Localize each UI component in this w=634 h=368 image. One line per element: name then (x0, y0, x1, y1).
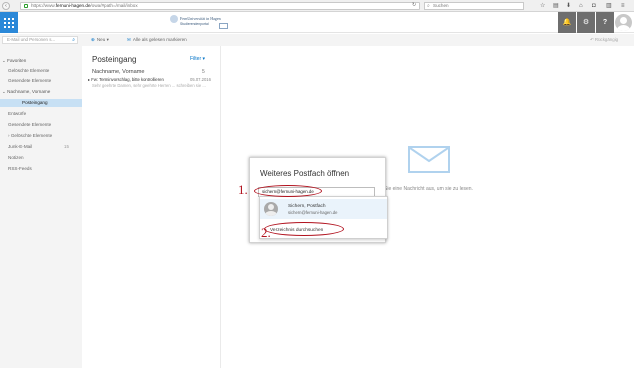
university-logo: FernUniversität in Hagen Studierendenpor… (170, 15, 230, 30)
favorite-deleted-items[interactable]: Gelöschte Elemente (8, 68, 49, 73)
contact-avatar-icon (264, 202, 278, 216)
menu-icon[interactable]: ≡ (621, 2, 625, 10)
account-section[interactable]: ⌄ Nachname, Vorname (2, 89, 50, 95)
logo-subtitle: Studierendenportal (180, 22, 209, 26)
envelope-open-icon: ✉ (127, 37, 131, 42)
message-preview: Sehr geehrte Damen, sehr geehrte Herren … (92, 83, 206, 88)
undo-button[interactable]: ↶ Rückgängig (590, 37, 618, 43)
folder-deleted-label: Gelöschte Elemente (10, 133, 53, 138)
bookmark-star-icon[interactable]: ☆ (540, 2, 545, 10)
notifications-bell-icon[interactable]: 🔔 (558, 12, 576, 33)
folder-deleted[interactable]: › Gelöschte Elemente (8, 133, 52, 138)
chevron-down-icon: ▾ (202, 56, 206, 62)
download-icon[interactable]: ⬇ (566, 2, 571, 10)
pane-divider (220, 46, 221, 368)
logo-title: FernUniversität in Hagen (180, 16, 221, 21)
favorite-sent-items[interactable]: Gesendete Elemente (8, 78, 51, 83)
conversation-count: 5 (202, 69, 205, 75)
step-2-highlight-ring (264, 222, 344, 236)
new-label: Neu (96, 37, 106, 42)
owa-header: FernUniversität in Hagen Studierendenpor… (0, 12, 634, 33)
favorites-section[interactable]: ⌄ Favoriten (2, 58, 26, 64)
folder-drafts[interactable]: Entwürfe (8, 111, 26, 116)
url-prefix: https://www. (31, 3, 56, 8)
undo-label: Rückgängig (594, 37, 619, 42)
browser-toolbar: ‹ https://www.fernuni-hagen.de/owa/#path… (0, 0, 634, 12)
address-bar[interactable]: https://www.fernuni-hagen.de/owa/#path=/… (20, 2, 420, 10)
message-subject-text: Fw: Terminvorschlag, bitte kontrollieren (91, 77, 164, 82)
empty-mail-envelope-icon (408, 146, 450, 173)
sidebar-icon[interactable]: ▥ (606, 2, 612, 10)
chevron-down-icon: ▾ (106, 37, 109, 42)
library-icon[interactable]: ▤ (553, 2, 559, 10)
message-sender[interactable]: Nachname, Vorname (92, 69, 145, 75)
folder-notes[interactable]: Notizen (8, 155, 24, 160)
step-1-highlight-ring (254, 185, 322, 197)
browser-search-input[interactable]: ⌕ Suchen (424, 2, 524, 10)
reading-pane-hint: Sie eine Nachricht aus, um sie zu lesen. (384, 186, 473, 192)
logo-seal-icon (170, 15, 178, 23)
junk-unread-count: 15 (64, 144, 69, 149)
back-button[interactable]: ‹ (2, 2, 10, 10)
url-host: fernuni-hagen.de (55, 3, 91, 8)
pocket-icon[interactable]: ◘ (592, 2, 596, 10)
mark-all-read-button[interactable]: ✉ Alle als gelesen markieren (127, 37, 187, 43)
suggestion-name: Sichern, Postfach (288, 204, 326, 209)
search-icon: ⌕ (72, 37, 75, 43)
folder-pane: ⌄ Favoriten Gelöschte Elemente Gesendete… (0, 46, 82, 368)
step-1-marker: 1. (238, 182, 248, 197)
app-launcher-icon[interactable] (0, 12, 18, 33)
logo-envelope-icon (219, 23, 228, 29)
mail-search-placeholder: E-Mail und Personen s... (7, 37, 56, 42)
folder-inbox[interactable]: Posteingang (0, 99, 82, 107)
command-bar: E-Mail und Personen s... ⌕ ⊕ Neu ▾ ✉ Alle … (0, 34, 634, 46)
filter-label: Filter (190, 56, 202, 62)
message-date: 05.07.2016 (190, 77, 211, 82)
mark-all-read-label: Alle als gelesen markieren (132, 37, 187, 42)
account-label: Nachname, Vorname (7, 89, 51, 94)
browser-search-placeholder: Suchen (433, 3, 449, 8)
url-path: /owa/#path=/mail/inbox (90, 3, 138, 8)
home-icon[interactable]: ⌂ (579, 2, 583, 10)
undo-icon: ↶ (590, 37, 594, 42)
filter-button[interactable]: Filter ▾ (190, 56, 205, 62)
message-list-title: Posteingang (92, 55, 137, 64)
folder-sent[interactable]: Gesendete Elemente (8, 122, 51, 127)
new-button[interactable]: ⊕ Neu ▾ (91, 37, 109, 43)
folder-junk[interactable]: Junk-E-Mail (8, 144, 32, 149)
plus-icon: ⊕ (91, 37, 95, 42)
help-icon[interactable]: ? (596, 12, 614, 33)
mail-search-input[interactable]: E-Mail und Personen s... ⌕ (2, 36, 78, 44)
message-list: Posteingang Filter ▾ Nachname, Vorname 5… (86, 46, 214, 106)
dialog-title: Weiteres Postfach öffnen (260, 169, 350, 178)
lock-icon (24, 4, 28, 8)
user-avatar[interactable] (614, 13, 633, 32)
folder-rss[interactable]: RSS-Feeds (8, 166, 32, 171)
reload-icon[interactable]: ↻ (412, 2, 416, 8)
search-icon: ⌕ (427, 3, 430, 9)
suggestion-email: sichern@fernuni-hagen.de (288, 210, 338, 215)
suggestion-item[interactable]: Sichern, Postfach sichern@fernuni-hagen.… (260, 199, 387, 219)
settings-gear-icon[interactable]: ⚙ (577, 12, 595, 33)
favorites-label: Favoriten (7, 58, 27, 63)
